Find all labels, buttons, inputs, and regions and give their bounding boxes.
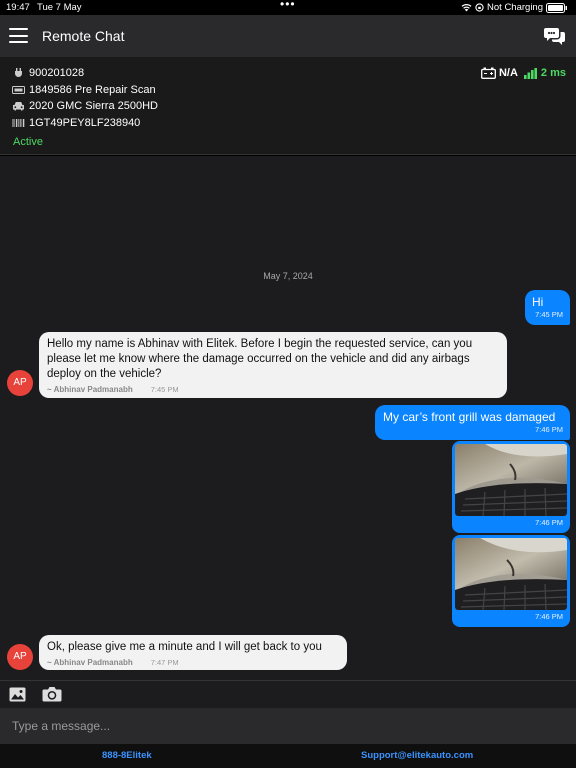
car-grill-photo (455, 538, 567, 610)
message-time: 7:46 PM (535, 518, 563, 527)
message-text: Hello my name is Abhinav with Elitek. Be… (47, 338, 473, 380)
camera-icon[interactable] (42, 686, 62, 702)
outgoing-message[interactable]: My car’s front grill was damaged 7:46 PM (375, 405, 570, 440)
page-title: Remote Chat (42, 28, 125, 44)
charging-status: Not Charging (487, 2, 543, 13)
car-grill-photo (455, 444, 567, 516)
composer-toolbar (0, 680, 576, 708)
support-email-link[interactable]: Support@elitekauto.com (361, 750, 473, 761)
plug-icon (15, 68, 22, 77)
support-phone-link[interactable]: 888-8Elitek (102, 750, 152, 761)
scan-label: 1849586 Pre Repair Scan (29, 84, 156, 96)
date-separator: May 7, 2024 (263, 271, 313, 281)
scan-row: 1849586 Pre Repair Scan (12, 84, 156, 96)
orientation-lock-icon (475, 3, 484, 12)
image-icon[interactable] (9, 687, 26, 702)
sender-name: ~ Abhinav Padmanabh (47, 658, 133, 667)
damage-photo[interactable] (455, 538, 567, 610)
incoming-message[interactable]: Hello my name is Abhinav with Elitek. Be… (39, 332, 507, 398)
sender-name: ~ Abhinav Padmanabh (47, 385, 133, 394)
latency-value: 2 ms (540, 67, 566, 79)
car-battery-icon (481, 67, 496, 79)
chat-bubbles-icon[interactable] (544, 26, 566, 46)
signal-bars-icon (523, 67, 537, 79)
vehicle-name: 2020 GMC Sierra 2500HD (29, 100, 159, 112)
session-status: Active (13, 136, 43, 148)
outgoing-image-message[interactable]: 7:46 PM (452, 441, 570, 533)
battery-voltage: N/A (498, 67, 518, 79)
message-time: 7:45 PM (150, 385, 179, 394)
barcode-icon (12, 119, 25, 127)
support-footer: 888-8Elitek Support@elitekauto.com (0, 744, 576, 768)
status-bar: 19:47 Tue 7 May ••• Not Charging (0, 0, 576, 15)
menu-icon[interactable] (9, 28, 28, 43)
vehicle-row: 2020 GMC Sierra 2500HD (12, 100, 158, 112)
message-text: Ok, please give me a minute and I will g… (47, 641, 322, 653)
avatar: AP (7, 370, 33, 396)
vin-row: 1GT49PEY8LF238940 (12, 117, 140, 129)
scan-tool-icon (12, 86, 25, 94)
outgoing-image-message[interactable]: 7:46 PM (452, 535, 570, 627)
message-text: My car’s front grill was damaged (383, 410, 556, 424)
message-meta: ~ Abhinav Padmanabh 7:47 PM (47, 655, 179, 670)
device-row: 900201028 (12, 67, 84, 79)
connection-metrics: N/A 2 ms (481, 67, 566, 79)
vin-number: 1GT49PEY8LF238940 (29, 117, 141, 129)
status-right: Not Charging (461, 2, 568, 13)
multitasking-dots-icon[interactable]: ••• (280, 0, 296, 11)
wifi-icon (461, 4, 472, 12)
status-time: 19:47 (6, 2, 30, 13)
message-time: 7:46 PM (535, 612, 563, 621)
avatar: AP (7, 644, 33, 670)
outgoing-message[interactable]: Hi 7:45 PM (525, 290, 570, 325)
incoming-message[interactable]: Ok, please give me a minute and I will g… (39, 635, 347, 670)
message-time: 7:45 PM (535, 310, 563, 319)
message-time: 7:47 PM (150, 658, 179, 667)
status-date: Tue 7 May (37, 2, 82, 13)
session-info-panel: 900201028 1849586 Pre Repair Scan 2020 G… (0, 57, 576, 155)
battery-icon (546, 2, 567, 13)
message-input[interactable] (0, 708, 576, 744)
damage-photo[interactable] (455, 444, 567, 516)
message-meta: ~ Abhinav Padmanabh 7:45 PM (47, 382, 179, 397)
device-id: 900201028 (29, 67, 85, 79)
chat-thread[interactable]: May 7, 2024 Hi 7:45 PM AP Hello my name … (0, 156, 576, 680)
message-time: 7:46 PM (535, 425, 563, 434)
car-icon (13, 102, 24, 111)
app-header: Remote Chat (0, 15, 576, 57)
